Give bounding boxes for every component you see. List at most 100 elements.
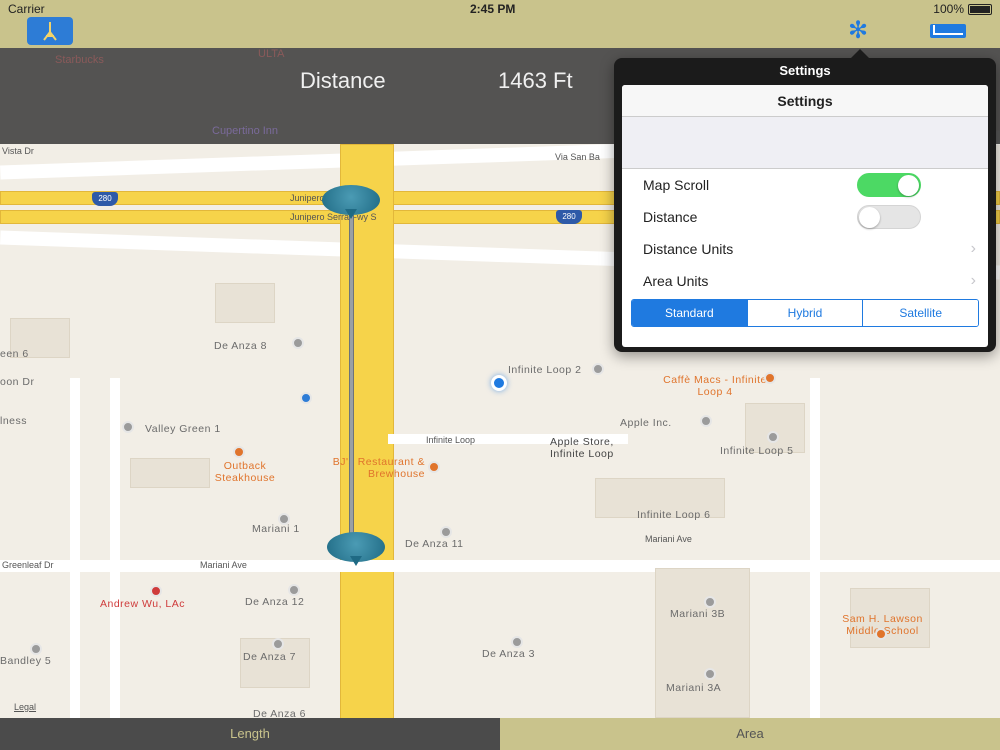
map-place-label: Infinite Loop 5 <box>720 445 794 457</box>
chevron-right-icon: › <box>970 240 976 257</box>
distance-units-label: Distance Units <box>643 241 734 257</box>
poi-marker-icon[interactable] <box>592 363 604 375</box>
map-place-label: Andrew Wu, LAc <box>100 598 186 610</box>
tab-area[interactable]: Area <box>500 718 1000 750</box>
restaurant-icon[interactable] <box>233 446 245 458</box>
map-type-segmented-control: Standard Hybrid Satellite <box>631 299 979 327</box>
road-label: Greenleaf Dr <box>2 560 54 570</box>
map-place-label: Infinite Loop 6 <box>637 509 711 521</box>
map-scroll-label: Map Scroll <box>643 177 710 193</box>
clock: 2:45 PM <box>470 2 516 16</box>
distance-row: Distance <box>622 201 988 233</box>
map-place-label: De Anza 11 <box>405 538 464 550</box>
distance-toggle[interactable] <box>857 205 921 229</box>
map-poi-label: ULTA <box>258 48 285 60</box>
end-pin-icon[interactable] <box>327 532 385 566</box>
road-label: Mariani Ave <box>200 560 247 570</box>
map-place-label: lness <box>0 415 28 427</box>
current-location-icon <box>491 375 507 391</box>
mail-icon[interactable] <box>930 24 966 38</box>
poi-marker-icon[interactable] <box>278 513 290 525</box>
settings-section-header <box>622 117 988 169</box>
battery-icon <box>968 3 992 15</box>
poi-marker-icon[interactable] <box>700 415 712 427</box>
measurement-value: 1463 Ft <box>498 68 573 93</box>
map-place-label: een 6 <box>0 348 29 360</box>
measure-app-logo-icon[interactable] <box>27 17 73 45</box>
map-poi-label: Cupertino Inn <box>212 125 279 137</box>
mariani-ave-road <box>0 560 1000 572</box>
road <box>70 378 80 718</box>
map-place-label: Mariani 3A <box>666 682 722 694</box>
chevron-right-icon: › <box>970 272 976 289</box>
poi-marker-icon[interactable] <box>511 636 523 648</box>
settings-nav-title: Settings <box>622 85 988 117</box>
map-place-label: De Anza 8 <box>214 340 267 352</box>
map-place-label: Infinite Loop 2 <box>508 364 582 376</box>
distance-label: Distance <box>643 209 698 225</box>
carrier-label: Carrier <box>8 2 45 16</box>
map-type-satellite[interactable]: Satellite <box>862 300 978 326</box>
poi-marker-icon[interactable] <box>704 668 716 680</box>
settings-panel: Settings Map Scroll Distance Distance Un… <box>622 85 988 347</box>
area-units-row[interactable]: Area Units › <box>622 265 988 297</box>
restaurant-icon[interactable] <box>428 461 440 473</box>
poi-marker-icon[interactable] <box>272 638 284 650</box>
road <box>810 378 820 718</box>
legal-link[interactable]: Legal <box>14 702 36 712</box>
map-place-label: Apple Store, Infinite Loop <box>550 436 614 460</box>
toggle-knob <box>898 175 919 196</box>
map-scroll-toggle[interactable] <box>857 173 921 197</box>
toggle-knob <box>859 207 880 228</box>
interstate-shield-icon: 280 <box>92 192 118 206</box>
road-label: Vista Dr <box>2 146 34 156</box>
map-scroll-row: Map Scroll <box>622 169 988 201</box>
doctor-icon[interactable] <box>150 585 162 597</box>
map-place-label: BJ's Restaurant & Brewhouse <box>332 456 425 480</box>
measurement-label: Distance <box>300 68 386 93</box>
map-place-label: De Anza 3 <box>482 648 535 660</box>
poi-marker-icon[interactable] <box>704 596 716 608</box>
road-label: Infinite Loop <box>426 435 476 445</box>
interstate-shield-icon: 280 <box>556 210 582 224</box>
map-place-label: Mariani 3B <box>670 608 726 620</box>
map-place-label: Outback Steakhouse <box>214 460 276 484</box>
restaurant-icon[interactable] <box>764 372 776 384</box>
tab-length[interactable]: Length <box>0 718 500 750</box>
distance-units-row[interactable]: Distance Units › <box>622 233 988 265</box>
poi-marker-icon[interactable] <box>288 584 300 596</box>
gear-icon[interactable]: ✻ <box>845 19 871 43</box>
battery-indicator: 100% <box>933 2 992 16</box>
poi-marker-icon[interactable] <box>122 421 134 433</box>
building <box>130 458 210 488</box>
map-place-label: Bandley 5 <box>0 655 52 667</box>
navigation-bar: Carrier 2:45 PM 100% ✻ <box>0 0 1000 48</box>
map-place-label: oon Dr <box>0 376 35 388</box>
map-place-label: De Anza 12 <box>245 596 305 608</box>
bottom-tab-bar: Length Area <box>0 718 1000 750</box>
battery-percent: 100% <box>933 2 964 16</box>
settings-popover: Settings Settings Map Scroll Distance Di… <box>614 49 996 352</box>
poi-marker-icon[interactable] <box>767 431 779 443</box>
area-units-label: Area Units <box>643 273 709 289</box>
measurement-line <box>349 200 354 560</box>
road-label: Via San Ba <box>555 152 600 162</box>
poi-marker-icon[interactable] <box>292 337 304 349</box>
map-place-label: Mariani 1 <box>252 523 300 535</box>
map-place-label: De Anza 6 <box>253 708 306 718</box>
map-place-label: Valley Green 1 <box>145 423 221 435</box>
poi-marker-icon[interactable] <box>440 526 452 538</box>
map-place-label: Apple Inc. <box>620 417 672 429</box>
poi-marker-icon[interactable] <box>300 392 312 404</box>
school-icon[interactable] <box>875 628 887 640</box>
status-bar: Carrier 2:45 PM 100% <box>0 0 1000 18</box>
map-type-standard[interactable]: Standard <box>632 300 747 326</box>
map-poi-label: Starbucks <box>55 54 104 66</box>
start-pin-icon[interactable] <box>322 185 380 219</box>
road <box>110 378 120 718</box>
map-type-hybrid[interactable]: Hybrid <box>746 300 863 326</box>
building <box>655 568 750 718</box>
popover-title: Settings <box>779 63 831 78</box>
map-place-label: Caffè Macs - Infinite Loop 4 <box>663 374 767 398</box>
poi-marker-icon[interactable] <box>30 643 42 655</box>
